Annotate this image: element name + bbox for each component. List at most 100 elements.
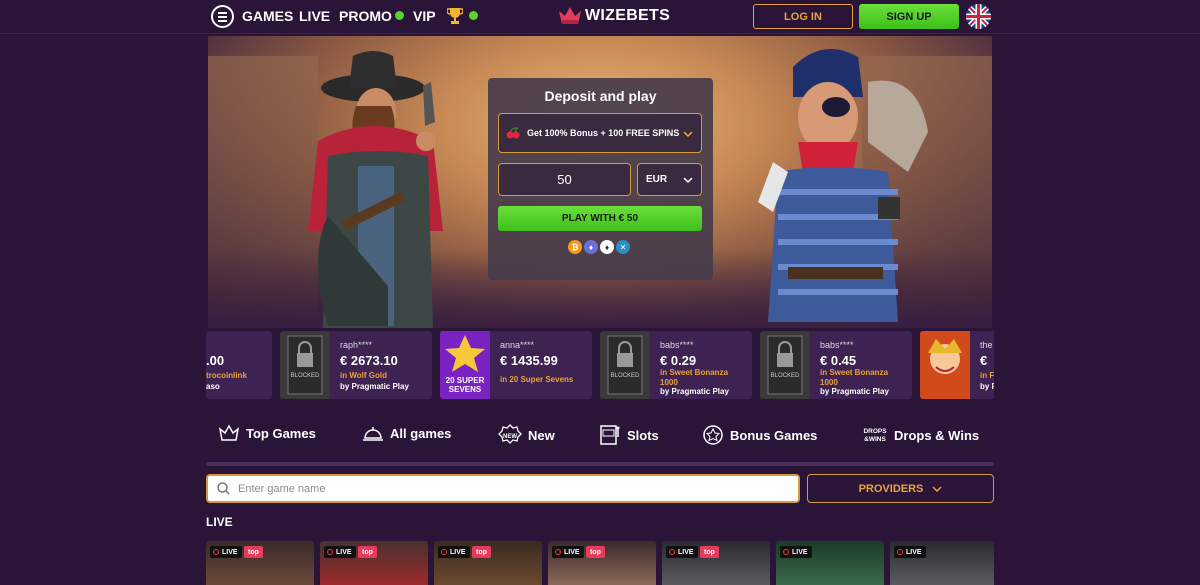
win-card[interactable]: BLOCKED babs**** € 0.29 in Sweet Bonanza… — [600, 331, 752, 399]
currency-select[interactable]: EUR — [637, 163, 702, 196]
crown-logo-icon — [559, 7, 581, 24]
live-section-title: LIVE — [206, 515, 233, 529]
win-card[interactable]: 20 SUPER SEVENS anna**** € 1435.99 in 20… — [440, 331, 592, 399]
live-game-card[interactable]: LIVE top — [434, 541, 542, 585]
win-card[interactable]: BLOCKED babs**** € 0.45 in Sweet Bonanza… — [760, 331, 912, 399]
slot-machine-icon — [600, 425, 620, 445]
game-thumbnail-joker — [920, 331, 970, 399]
nav-promo[interactable]: PROMO — [339, 8, 392, 24]
category-drops-wins[interactable]: DROPS &WINS Drops & Wins — [862, 424, 979, 446]
svg-text:BLOCKED: BLOCKED — [291, 373, 320, 379]
category-label: Top Games — [246, 425, 316, 441]
top-badge: top — [358, 546, 377, 558]
win-game: trocoinlink — [206, 371, 247, 380]
live-badge: LIVE — [210, 546, 242, 558]
win-provider: aso — [206, 382, 220, 391]
logo-text: WIZEBETS — [585, 7, 671, 24]
category-slots[interactable]: Slots — [599, 424, 659, 446]
category-bonus-games[interactable]: Bonus Games — [702, 424, 817, 446]
game-thumbnail-blocked: BLOCKED — [760, 331, 810, 399]
search-input[interactable] — [238, 482, 758, 495]
live-game-card[interactable]: LIVE top — [206, 541, 314, 585]
win-provider: by F — [980, 382, 994, 391]
menu-icon[interactable] — [211, 5, 234, 28]
svg-text:BLOCKED: BLOCKED — [611, 373, 640, 379]
live-badge: LIVE — [780, 546, 812, 558]
lock-icon: BLOCKED — [607, 335, 643, 395]
win-card[interactable]: the € in F by F — [920, 331, 994, 399]
top-badge: top — [244, 546, 263, 558]
signup-button[interactable]: SIGN UP — [859, 4, 959, 29]
win-game: in Sweet Bonanza 1000 — [820, 368, 889, 387]
promo-badge — [395, 11, 404, 20]
category-new[interactable]: NEW New — [498, 424, 555, 446]
bitcoin-icon: ₿ — [568, 240, 582, 254]
win-provider: by Pragmatic Play — [340, 382, 409, 391]
bonus-star-icon — [703, 425, 723, 445]
win-provider: by Pragmatic Play — [820, 387, 889, 396]
live-game-card[interactable]: LIVE — [890, 541, 994, 585]
top-badge: top — [586, 546, 605, 558]
bandit-character-image — [758, 49, 928, 322]
win-amount: .00 — [206, 353, 225, 368]
category-all-games[interactable]: All games — [362, 424, 451, 442]
win-user: the — [980, 340, 993, 350]
nav-live[interactable]: LIVE — [299, 8, 330, 24]
lock-icon: BLOCKED — [767, 335, 803, 395]
uk-flag-icon[interactable] — [966, 4, 991, 29]
search-bar[interactable] — [206, 474, 800, 503]
win-game: in Sweet Bonanza 1000 — [660, 368, 729, 387]
live-game-card[interactable]: LIVE top — [548, 541, 656, 585]
category-label: All games — [390, 425, 452, 441]
star-icon: 20 SUPER SEVENS — [445, 335, 485, 394]
live-game-card[interactable]: LIVE top — [662, 541, 770, 585]
svg-text:&WINS: &WINS — [864, 436, 886, 443]
live-badge: LIVE — [324, 546, 356, 558]
top-badge: top — [472, 546, 491, 558]
live-games-row: LIVE top LIVE top LIVE top LIVE top LIVE… — [206, 541, 994, 585]
win-user: babs**** — [820, 340, 854, 350]
svg-text:DROPS: DROPS — [863, 428, 887, 435]
ethereum-icon: ♦ — [584, 240, 598, 254]
category-top-games[interactable]: Top Games — [218, 424, 316, 442]
bonus-text: Get 100% Bonus + 100 FREE SPINS — [527, 128, 680, 138]
win-game: in 20 Super Sevens — [500, 375, 574, 384]
game-thumbnail-20-super-sevens: 20 SUPER SEVENS — [440, 331, 490, 399]
drops-wins-icon: DROPS &WINS — [863, 428, 887, 443]
win-card[interactable]: .00 trocoinlink aso — [206, 331, 272, 399]
live-game-card[interactable]: LIVE — [776, 541, 884, 585]
play-button[interactable]: PLAY WITH € 50 — [498, 206, 702, 231]
live-badge: LIVE — [438, 546, 470, 558]
ripple-icon: ✕ — [616, 240, 630, 254]
game-thumbnail-blocked: BLOCKED — [600, 331, 650, 399]
bonus-select[interactable]: Get 100% Bonus + 100 FREE SPINS — [498, 113, 702, 153]
nav-vip[interactable]: VIP — [413, 8, 436, 24]
svg-text:20 SUPER: 20 SUPER — [446, 376, 485, 385]
nav-games[interactable]: GAMES — [242, 8, 293, 24]
category-divider — [206, 462, 994, 466]
category-nav: Top Games All games NEW New Slots Bonus … — [206, 420, 994, 450]
cloche-icon — [363, 427, 383, 441]
live-game-card[interactable]: LIVE top — [320, 541, 428, 585]
joker-icon — [928, 339, 962, 374]
providers-button[interactable]: PROVIDERS — [807, 474, 994, 503]
chevron-down-icon — [683, 177, 693, 183]
ethereum-classic-icon: ♦ — [600, 240, 614, 254]
win-amount: € 0.45 — [820, 353, 857, 368]
login-button[interactable]: LOG IN — [753, 4, 853, 29]
trophy-icon[interactable] — [447, 7, 463, 25]
live-badge: LIVE — [894, 546, 926, 558]
trophy-badge — [469, 11, 478, 20]
win-user: babs**** — [660, 340, 694, 350]
svg-text:BLOCKED: BLOCKED — [771, 373, 800, 379]
category-label: Slots — [627, 427, 659, 443]
site-logo[interactable]: WIZEBETS — [558, 6, 670, 26]
win-card[interactable]: BLOCKED raph**** € 2673.10 in Wolf Gold … — [280, 331, 432, 399]
win-amount: € 1435.99 — [500, 353, 558, 368]
recent-wins-strip: .00 trocoinlink aso BLOCKED raph**** € 2… — [206, 331, 994, 399]
live-badge: LIVE — [552, 546, 584, 558]
win-game: in Wolf Gold — [340, 371, 387, 380]
amount-input[interactable]: 50 — [498, 163, 631, 196]
cherry-icon — [506, 127, 520, 139]
win-amount: € 2673.10 — [340, 353, 398, 368]
